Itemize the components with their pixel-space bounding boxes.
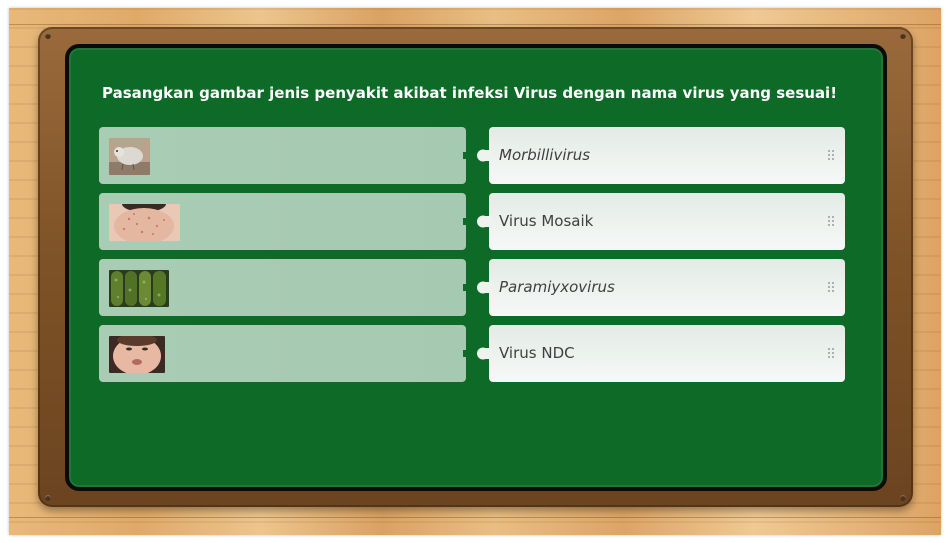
mosaic-cucumber-image <box>109 270 169 307</box>
virus-name-label: Morbillivirus <box>499 146 591 164</box>
match-image-card[interactable] <box>99 325 477 382</box>
virus-name-card[interactable]: Paramiyxovirus <box>477 259 845 316</box>
puzzle-tab-icon <box>463 216 477 227</box>
screw-icon <box>45 33 51 39</box>
puzzle-slot-icon <box>477 149 492 162</box>
virus-name-card[interactable]: Virus NDC <box>477 325 845 382</box>
virus-name-label: Virus Mosaik <box>499 212 594 230</box>
match-image-card[interactable] <box>99 193 477 250</box>
puzzle-slot-icon <box>477 347 492 360</box>
drag-grip-icon[interactable] <box>827 149 835 161</box>
match-image-card[interactable] <box>99 259 477 316</box>
screw-icon <box>900 33 906 39</box>
virus-name-card[interactable]: Morbillivirus <box>477 127 845 184</box>
wood-seam <box>9 517 941 518</box>
drag-grip-icon[interactable] <box>827 281 835 293</box>
drag-grip-icon[interactable] <box>827 347 835 359</box>
sick-chicken-image <box>109 138 150 175</box>
instruction-text: Pasangkan gambar jenis penyakit akibat i… <box>102 84 838 102</box>
screw-icon <box>900 495 906 501</box>
measles-rash-image <box>109 204 180 241</box>
virus-name-card[interactable]: Virus Mosaik <box>477 193 845 250</box>
wood-seam <box>9 24 941 25</box>
puzzle-tab-icon <box>463 282 477 293</box>
puzzle-tab-icon <box>463 150 477 161</box>
screw-icon <box>45 495 51 501</box>
puzzle-tab-icon <box>463 348 477 359</box>
drag-grip-icon[interactable] <box>827 215 835 227</box>
match-image-card[interactable] <box>99 127 477 184</box>
virus-name-label: Paramiyxovirus <box>499 278 615 296</box>
puzzle-slot-icon <box>477 281 492 294</box>
puzzle-slot-icon <box>477 215 492 228</box>
virus-name-label: Virus NDC <box>499 344 575 362</box>
mumps-child-image <box>109 336 165 373</box>
